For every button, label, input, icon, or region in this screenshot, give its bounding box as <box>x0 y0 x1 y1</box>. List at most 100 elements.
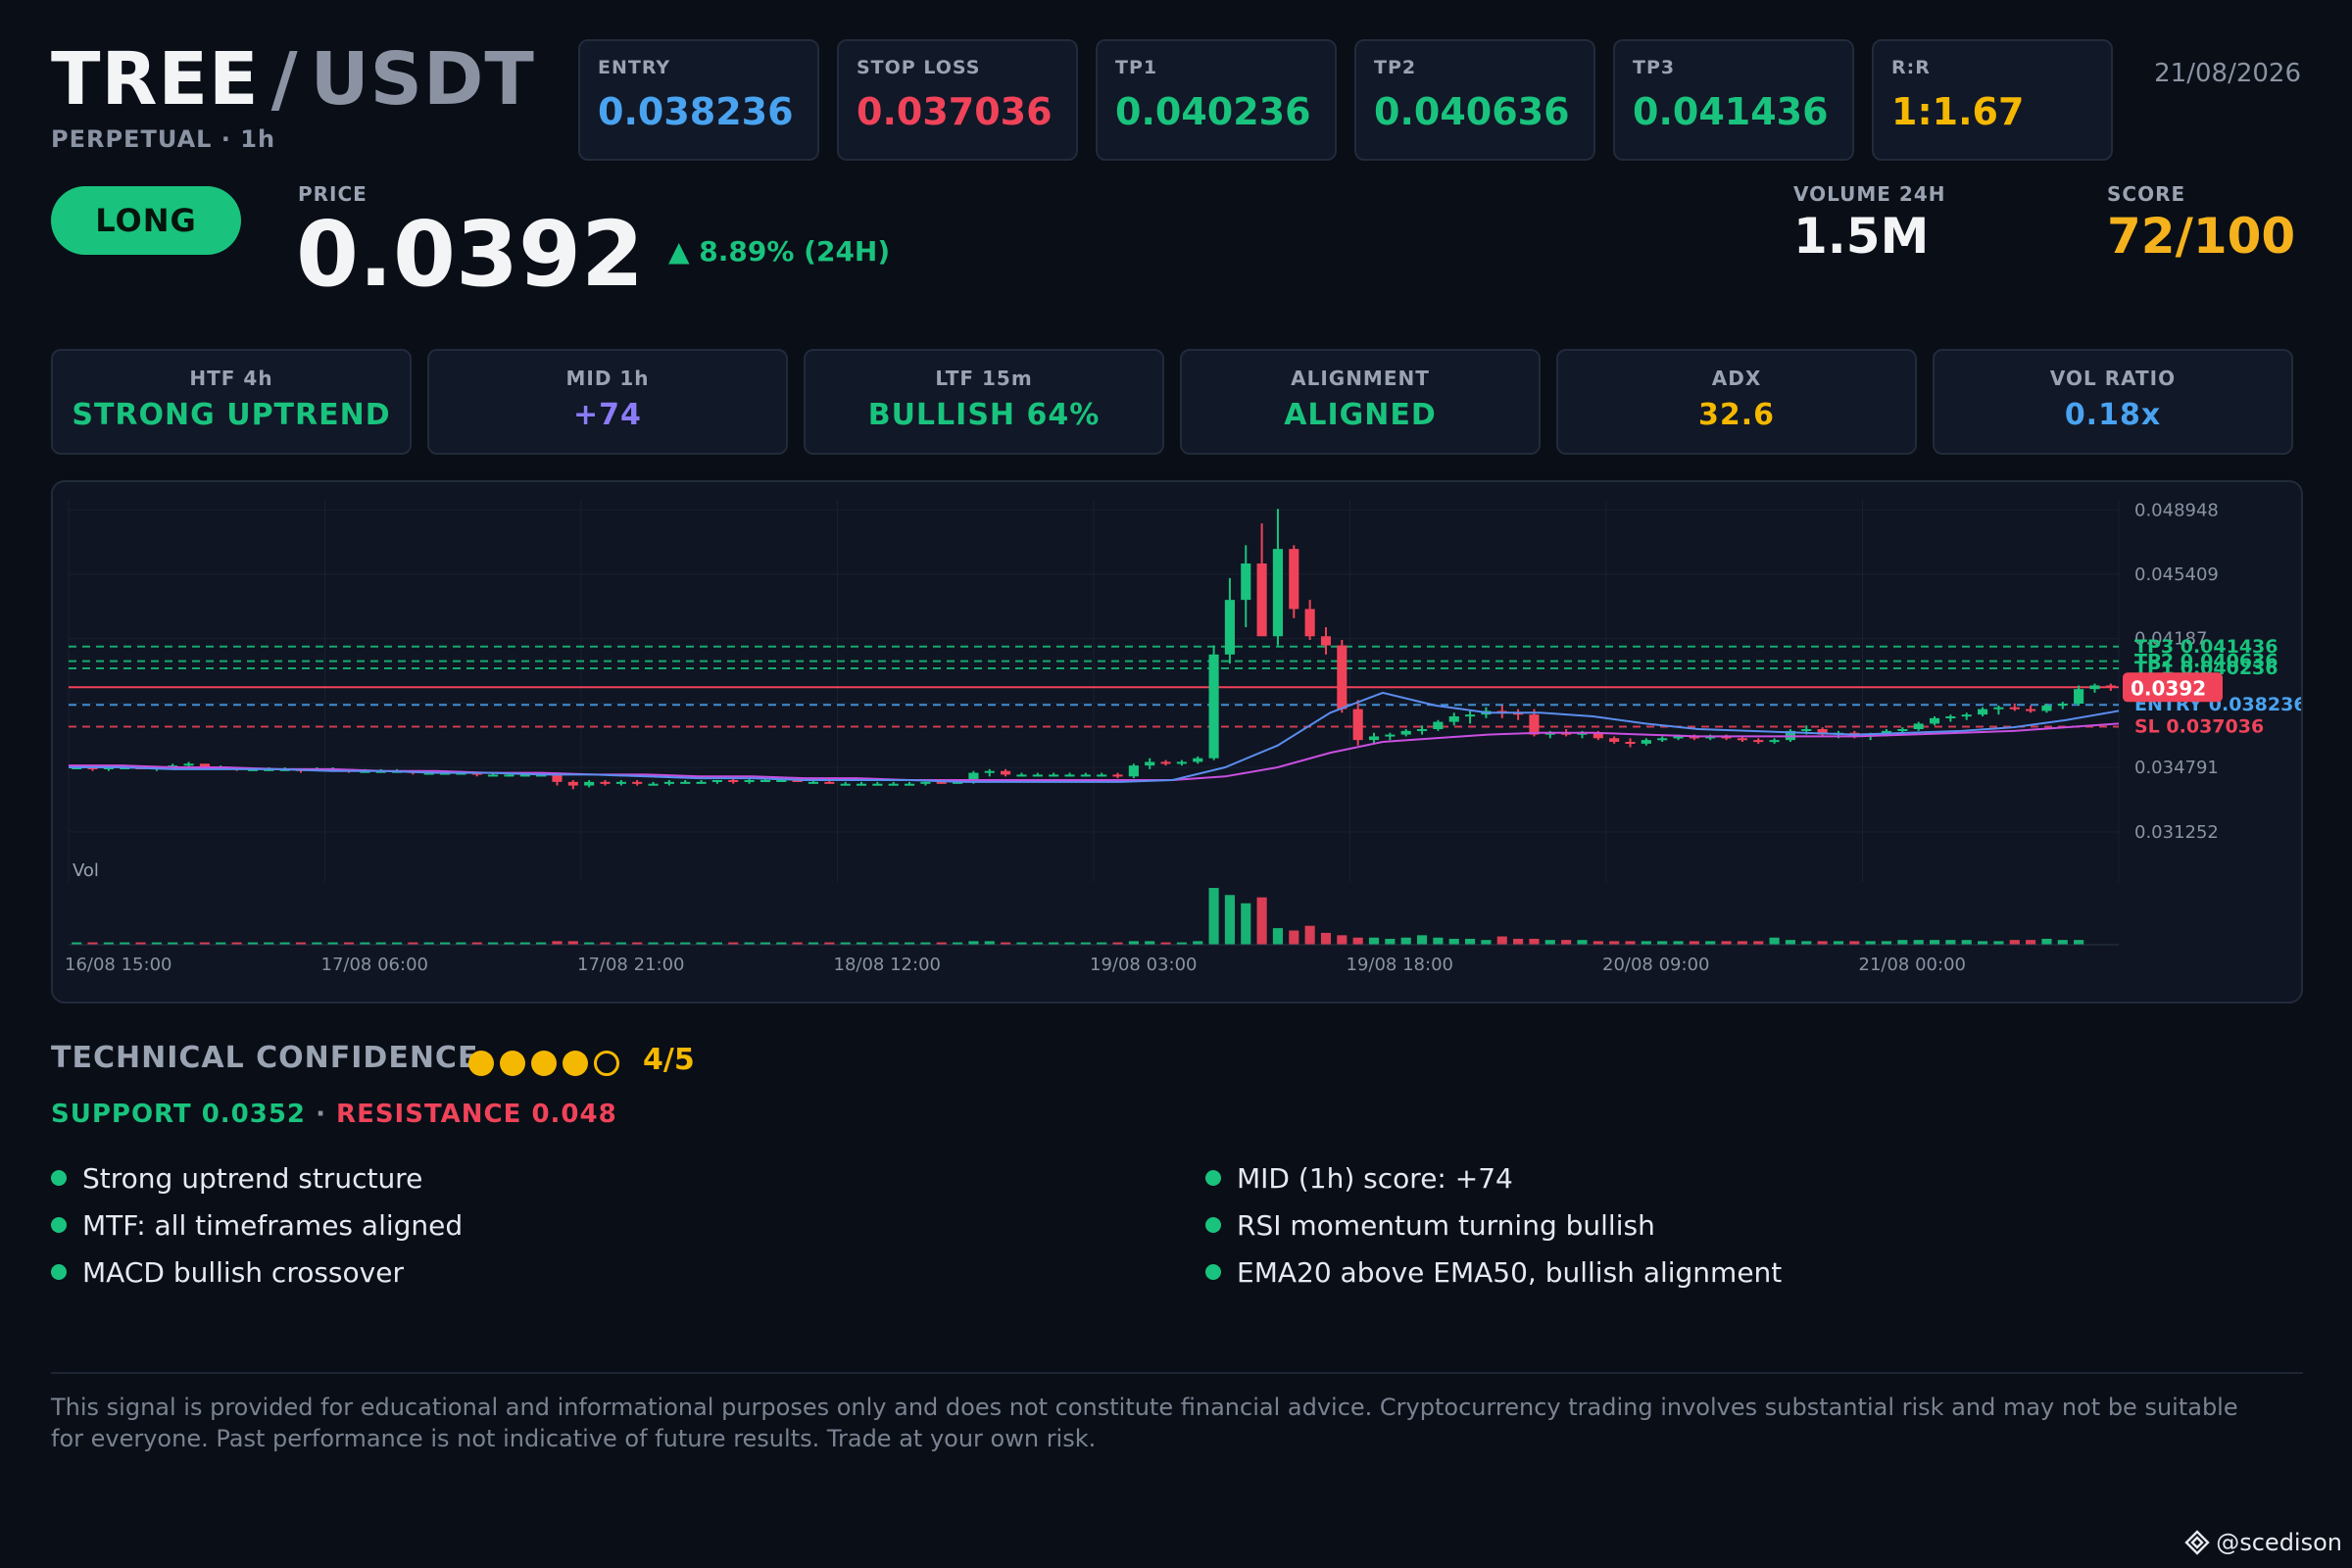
volume-bar <box>1561 940 1572 945</box>
volume-bar <box>1400 937 1411 945</box>
volume-bar <box>2041 938 2052 945</box>
separator: · <box>316 1100 326 1129</box>
volume-bar <box>1208 888 1219 945</box>
volume-bar <box>1769 937 1780 945</box>
bullet-dot-icon <box>1205 1264 1221 1280</box>
volume-bar <box>1368 937 1380 945</box>
list-item: EMA20 above EMA50, bullish alignment <box>1205 1249 1782 1296</box>
x-tick-label: 17/08 21:00 <box>577 955 684 975</box>
y-tick-label: 0.034791 <box>2134 758 2219 778</box>
x-tick-label: 19/08 03:00 <box>1090 955 1197 975</box>
volume-label: Vol <box>73 860 99 881</box>
candle-body <box>1064 774 1075 777</box>
candle-body <box>2026 709 2036 711</box>
risk-reward-card: R:R 1:1.67 <box>1872 39 2113 161</box>
stat-label: TP1 <box>1115 57 1158 78</box>
candle-body <box>2089 685 2100 690</box>
chart-canvas: 0.0489480.0454090.041870.0347910.031252T… <box>65 500 2307 975</box>
reason-text: RSI momentum turning bullish <box>1237 1208 1655 1242</box>
reasons-left: Strong uptrend structure MTF: all timefr… <box>51 1154 463 1296</box>
volume-bar <box>1544 940 1555 945</box>
bullet-dot-icon <box>1205 1170 1221 1186</box>
candle-body <box>1001 770 1011 775</box>
stat-value: 0.041436 <box>1633 90 1829 133</box>
candle-body <box>1400 730 1411 735</box>
htf-card: HTF 4h STRONG UPTREND <box>51 349 412 455</box>
tf-label: LTF 15m <box>935 367 1033 390</box>
volume-bar <box>1945 940 1956 945</box>
candle-body <box>696 781 707 784</box>
pair-separator: / <box>270 37 299 122</box>
stat-label: STOP LOSS <box>857 57 981 78</box>
candle-body <box>600 781 611 784</box>
mid-card: MID 1h +74 <box>427 349 788 455</box>
tf-value: +74 <box>573 398 642 432</box>
volume-bar <box>1657 941 1668 945</box>
disclaimer: This signal is provided for educational … <box>51 1394 2238 1452</box>
stat-label: TP2 <box>1374 57 1417 78</box>
candle-body <box>1160 761 1171 764</box>
candle-body <box>680 781 691 784</box>
volume-bar <box>1256 897 1267 945</box>
signal-date: 21/08/2026 <box>2154 59 2301 88</box>
tf-value: 32.6 <box>1697 398 1776 432</box>
tf-label: VOL RATIO <box>2049 367 2177 390</box>
candle-body <box>984 770 995 773</box>
volume-bar <box>1448 938 1459 945</box>
candle-body <box>1208 654 1219 759</box>
tf-label: HTF 4h <box>189 367 273 390</box>
candle-body <box>1256 564 1267 637</box>
candle-body <box>1433 721 1444 729</box>
watermark: @scedison <box>2184 1529 2342 1556</box>
tp1-card: TP1 0.040236 <box>1096 39 1337 161</box>
candle-body <box>920 781 931 784</box>
candle-body <box>888 783 899 786</box>
candle-body <box>1049 774 1059 777</box>
volume-bar <box>1801 941 1812 945</box>
volume-bar <box>1737 941 1747 945</box>
volume-bar <box>1993 941 2004 945</box>
tf-label: ALIGNMENT <box>1291 367 1430 390</box>
candle-body <box>1145 761 1155 766</box>
tp3-card: TP3 0.041436 <box>1613 39 1854 161</box>
volume-bar <box>1833 941 1844 945</box>
x-tick-label: 21/08 00:00 <box>1859 955 1966 975</box>
volume-bar <box>1865 941 1876 945</box>
stat-value: 0.040236 <box>1115 90 1311 133</box>
volume-bar <box>1577 940 1588 945</box>
y-tick-label: 0.031252 <box>2134 822 2219 843</box>
tf-value: ALIGNED <box>1284 398 1437 432</box>
x-tick-label: 18/08 12:00 <box>834 955 941 975</box>
volume-bar <box>1433 937 1444 945</box>
price-chart: 0.048948 0.045409 0.04187 0.034791 0.031252 T… <box>51 480 2307 1004</box>
candle-body <box>1193 758 1203 762</box>
x-tick-label: 17/08 06:00 <box>321 955 428 975</box>
candle-body <box>1737 738 1747 741</box>
volume-bar <box>1337 935 1348 945</box>
volume-bar <box>1721 941 1732 945</box>
candle-body <box>824 781 835 784</box>
volume-label: VOLUME 24H <box>1793 182 1946 206</box>
ltf-card: LTF 15m BULLISH 64% <box>804 349 1164 455</box>
confidence-dot-filled-icon <box>563 1051 588 1076</box>
candle-body <box>1368 736 1380 741</box>
candle-body <box>1913 723 1924 729</box>
candle-body <box>488 774 499 777</box>
stat-label: ENTRY <box>598 57 671 78</box>
candle-body <box>904 783 915 786</box>
candle-body <box>1769 740 1780 743</box>
stat-label: R:R <box>1891 57 1931 78</box>
alignment-card: ALIGNMENT ALIGNED <box>1180 349 1541 455</box>
candle-body <box>1128 765 1139 777</box>
volume-bar <box>2026 940 2036 945</box>
volume-bar <box>1641 941 1651 945</box>
volume-bar <box>1496 936 1507 945</box>
reasons-right: MID (1h) score: +74 RSI momentum turning… <box>1205 1154 1782 1296</box>
volume-bar <box>1817 941 1828 945</box>
volume-bar <box>1385 938 1396 945</box>
candle-body <box>1320 636 1332 646</box>
volume-bar <box>1961 940 1972 945</box>
candle-body <box>1241 564 1251 601</box>
candle-body <box>1416 729 1428 731</box>
pair-base: TREE <box>51 37 260 122</box>
